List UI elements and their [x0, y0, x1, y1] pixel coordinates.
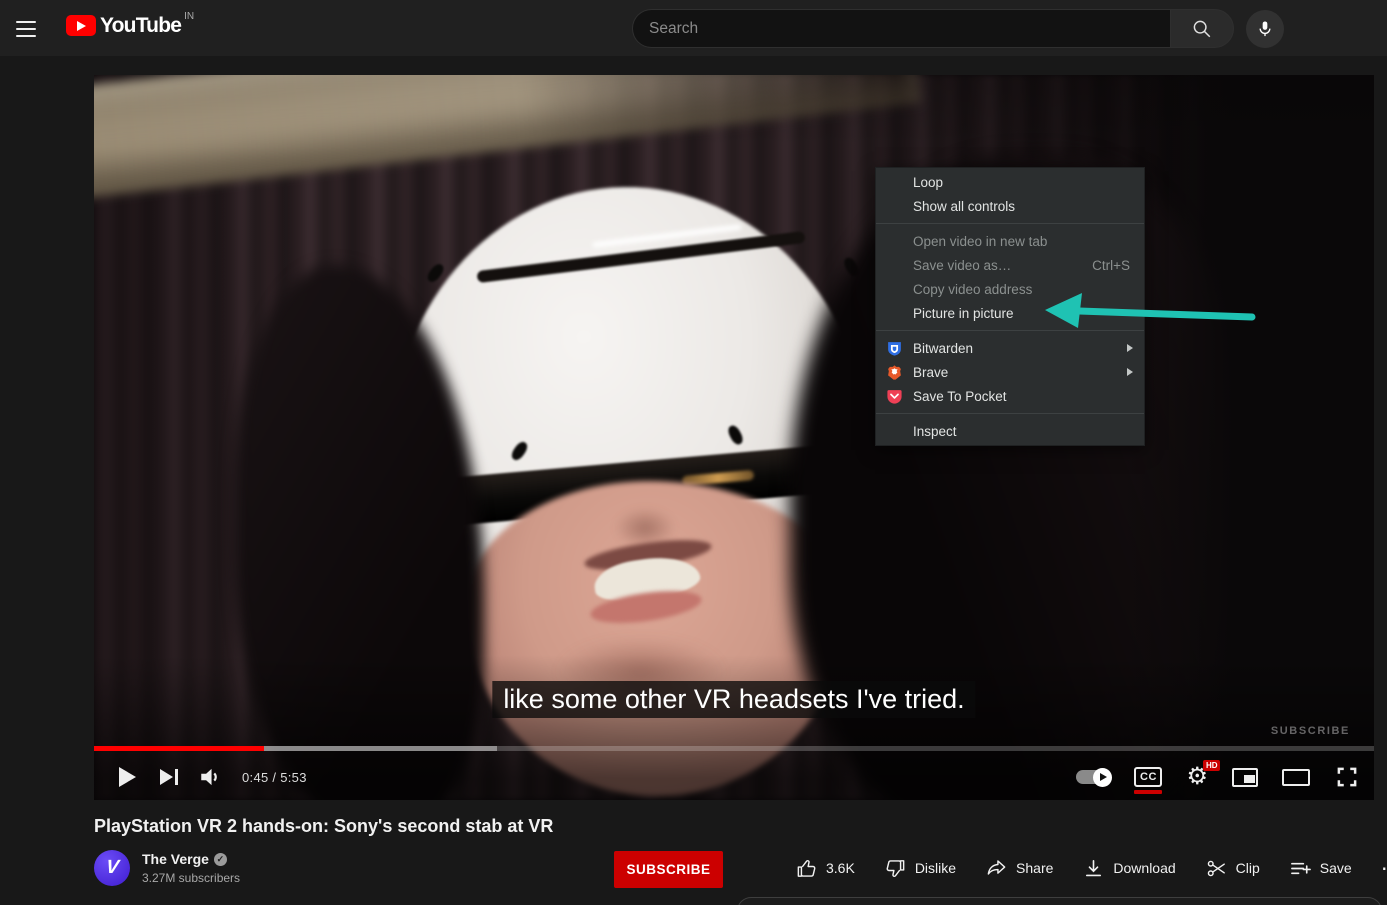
menu-item-copy-video-address[interactable]: Copy video address: [876, 277, 1144, 301]
hd-quality-badge: HD: [1203, 760, 1220, 771]
more-actions-button[interactable]: ⋯: [1381, 856, 1387, 881]
channel-name[interactable]: The Verge: [142, 851, 209, 867]
verified-badge-icon: ✓: [214, 853, 227, 866]
menu-item-save-to-pocket[interactable]: Save To Pocket: [876, 384, 1144, 408]
channel-avatar[interactable]: V: [94, 850, 130, 886]
menu-item-show-all-controls[interactable]: Show all controls: [876, 194, 1144, 218]
menu-item-inspect[interactable]: Inspect: [876, 419, 1144, 443]
shortcut-label: Ctrl+S: [1092, 258, 1130, 273]
video-title: PlayStation VR 2 hands-on: Sony's second…: [94, 816, 553, 837]
dislike-button[interactable]: Dislike: [884, 857, 956, 880]
volume-button[interactable]: [190, 757, 232, 797]
menu-item-bitwarden[interactable]: Bitwarden: [876, 336, 1144, 360]
subscribe-button[interactable]: SUBSCRIBE: [614, 851, 723, 888]
play-button[interactable]: [106, 757, 148, 797]
search-icon: [1191, 18, 1213, 40]
save-button[interactable]: Save: [1289, 857, 1352, 880]
miniplayer-button[interactable]: [1232, 768, 1258, 787]
microphone-icon: [1255, 19, 1275, 39]
download-button[interactable]: Download: [1082, 857, 1175, 880]
menu-separator: [876, 223, 1144, 224]
theater-mode-button[interactable]: [1282, 769, 1310, 786]
like-button[interactable]: 3.6K: [795, 857, 855, 880]
context-menu: Loop Show all controls Open video in new…: [875, 167, 1145, 446]
youtube-page: YouTube IN: [0, 0, 1387, 905]
next-button[interactable]: [148, 757, 190, 797]
menu-separator: [876, 413, 1144, 414]
pocket-icon: [886, 388, 903, 405]
menu-item-loop[interactable]: Loop: [876, 170, 1144, 194]
submenu-arrow-icon: [1127, 368, 1133, 376]
scissors-icon: [1205, 857, 1228, 880]
menu-item-save-video-as[interactable]: Save video as… Ctrl+S: [876, 253, 1144, 277]
menu-item-open-video-new-tab[interactable]: Open video in new tab: [876, 229, 1144, 253]
time-display: 0:45 / 5:53: [242, 770, 307, 785]
subtitle-caption: like some other VR headsets I've tried.: [492, 681, 975, 718]
played-bar: [94, 746, 264, 751]
youtube-logo[interactable]: YouTube IN: [66, 15, 194, 36]
brave-icon: [886, 364, 903, 381]
thumbs-down-icon: [884, 857, 907, 880]
autoplay-toggle[interactable]: [1076, 770, 1110, 784]
panel-top-edge: [737, 897, 1382, 905]
like-count: 3.6K: [826, 860, 855, 876]
subscriber-count: 3.27M subscribers: [142, 871, 240, 885]
hamburger-menu-icon[interactable]: [16, 16, 44, 40]
voice-search-button[interactable]: [1246, 10, 1284, 48]
top-header: YouTube IN: [0, 0, 1387, 56]
thumbs-up-icon: [795, 857, 818, 880]
captions-button[interactable]: CC: [1134, 767, 1162, 787]
submenu-arrow-icon: [1127, 344, 1133, 352]
settings-button[interactable]: ⚙ HD: [1186, 765, 1208, 789]
fullscreen-button[interactable]: [1334, 764, 1360, 790]
search-input[interactable]: [632, 9, 1170, 48]
volume-icon: [198, 764, 224, 790]
next-icon: [160, 769, 178, 785]
search-button[interactable]: [1170, 9, 1234, 48]
menu-separator: [876, 330, 1144, 331]
share-icon: [985, 857, 1008, 880]
bitwarden-icon: [886, 340, 903, 357]
video-player[interactable]: like some other VR headsets I've tried. …: [94, 75, 1374, 800]
clip-button[interactable]: Clip: [1205, 857, 1260, 880]
channel-watermark[interactable]: SUBSCRIBE: [1271, 725, 1350, 737]
playlist-add-icon: [1289, 857, 1312, 880]
youtube-wordmark: YouTube: [100, 15, 181, 36]
download-icon: [1082, 857, 1105, 880]
play-icon: [119, 767, 136, 787]
youtube-play-icon: [66, 15, 96, 36]
autoplay-knob-icon: [1093, 768, 1112, 787]
progress-bar[interactable]: [94, 746, 1374, 751]
share-button[interactable]: Share: [985, 857, 1053, 880]
menu-item-picture-in-picture[interactable]: Picture in picture: [876, 301, 1144, 325]
cc-icon: CC: [1134, 767, 1162, 787]
menu-item-brave[interactable]: Brave: [876, 360, 1144, 384]
region-badge: IN: [184, 12, 194, 22]
